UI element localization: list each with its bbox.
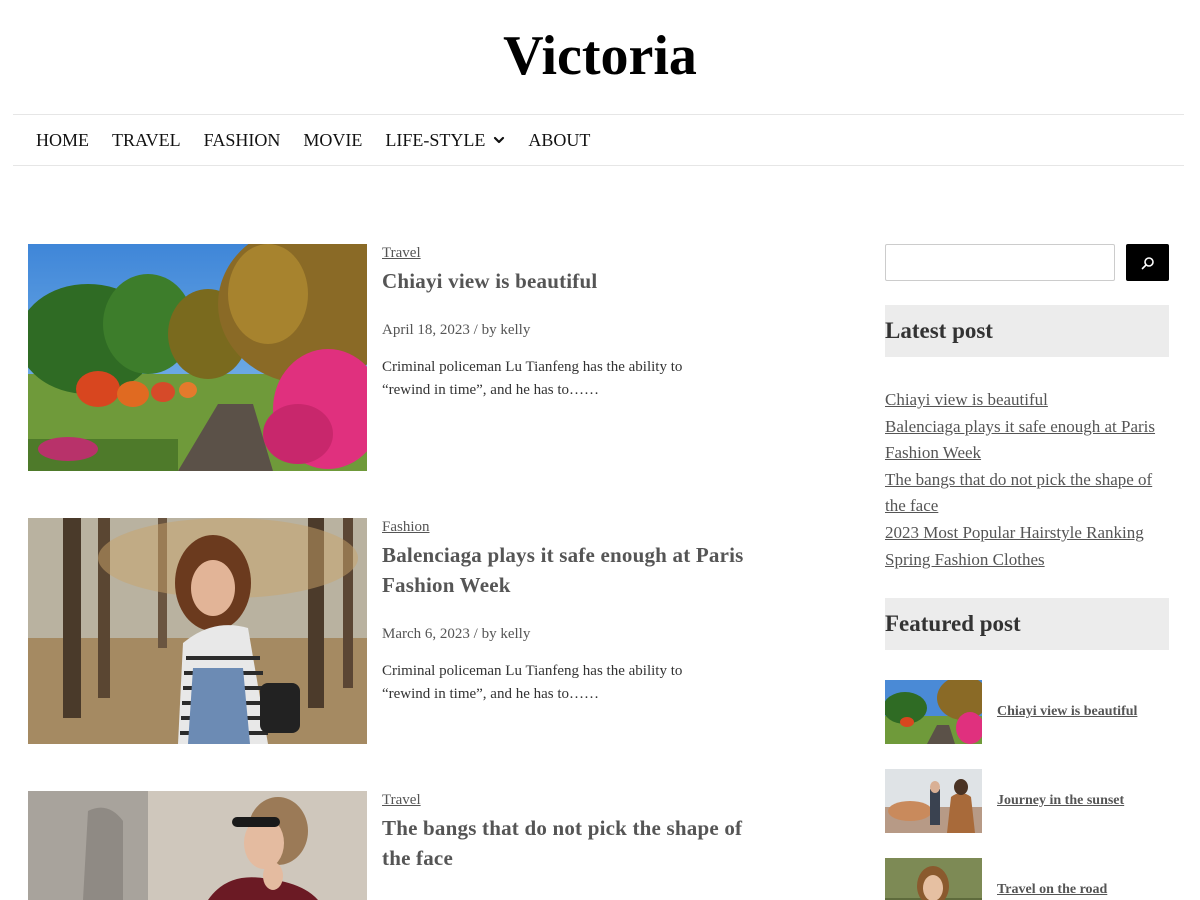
search-input[interactable] (885, 244, 1115, 281)
latest-post-link[interactable]: Balenciaga plays it safe enough at Paris… (885, 417, 1155, 462)
search-form (885, 244, 1169, 281)
post-card: Travel The bangs that do not pick the sh… (28, 791, 748, 900)
post-date: March 6, 2023 (382, 626, 470, 642)
nav-label: FASHION (203, 129, 281, 150)
featured-post-item: Chiayi view is beautiful (885, 680, 1169, 744)
post-author-prefix: / by (473, 626, 497, 642)
post-body: Travel Chiayi view is beautiful April 18… (382, 244, 752, 402)
featured-thumbnail-sunset[interactable] (885, 769, 982, 833)
nav-label: HOME (36, 129, 89, 150)
post-body: Fashion Balenciaga plays it safe enough … (382, 518, 752, 706)
post-thumbnail-garden[interactable] (28, 244, 367, 471)
post-title[interactable]: Balenciaga plays it safe enough at Paris… (382, 540, 752, 600)
post-date: April 18, 2023 (382, 322, 470, 338)
nav-label: ABOUT (528, 129, 591, 150)
nav-item-fashion[interactable]: FASHION (204, 130, 281, 151)
search-icon (1141, 256, 1154, 269)
post-thumbnail-woman-park[interactable] (28, 518, 367, 745)
post-body: Travel The bangs that do not pick the sh… (382, 791, 752, 873)
post-category[interactable]: Fashion (382, 519, 430, 536)
featured-post-item: Travel on the road (885, 858, 1169, 900)
featured-post-item: Journey in the sunset (885, 769, 1169, 833)
list-item: Balenciaga plays it safe enough at Paris… (885, 414, 1169, 466)
post-author[interactable]: kelly (500, 626, 530, 642)
post-author-prefix: / by (473, 322, 497, 338)
latest-post-link[interactable]: The bangs that do not pick the shape of … (885, 470, 1152, 515)
site-title[interactable]: Victoria (0, 25, 1200, 88)
post-category[interactable]: Travel (382, 245, 421, 262)
nav-label: TRAVEL (112, 129, 181, 150)
latest-post-list: Chiayi view is beautiful Balenciaga play… (885, 387, 1169, 573)
latest-post-link[interactable]: 2023 Most Popular Hairstyle Ranking (885, 523, 1144, 542)
nav-item-home[interactable]: HOME (36, 130, 89, 151)
chevron-down-icon[interactable] (493, 134, 505, 146)
featured-post-heading: Featured post (885, 598, 1169, 650)
main-nav: HOME TRAVEL FASHION MOVIE LIFE-STYLE ABO… (13, 114, 1184, 166)
sidebar: Latest post Chiayi view is beautiful Bal… (885, 244, 1169, 900)
nav-label: LIFE-STYLE (385, 129, 486, 150)
featured-thumbnail-garden[interactable] (885, 680, 982, 744)
list-item: Spring Fashion Clothes (885, 547, 1169, 573)
nav-item-travel[interactable]: TRAVEL (112, 130, 181, 151)
featured-post-link[interactable]: Chiayi view is beautiful (997, 704, 1137, 720)
search-button[interactable] (1126, 244, 1169, 281)
nav-label: MOVIE (303, 129, 363, 150)
list-item: Chiayi view is beautiful (885, 387, 1169, 413)
nav-item-life-style[interactable]: LIFE-STYLE (385, 130, 505, 151)
featured-thumbnail-road[interactable] (885, 858, 982, 900)
post-thumbnail-woman-sunglasses[interactable] (28, 791, 367, 900)
post-excerpt: Criminal policeman Lu Tianfeng has the a… (382, 663, 683, 702)
latest-post-link[interactable]: Chiayi view is beautiful (885, 390, 1048, 409)
post-card: Fashion Balenciaga plays it safe enough … (28, 518, 748, 744)
post-title[interactable]: Chiayi view is beautiful (382, 266, 752, 296)
post-card: Travel Chiayi view is beautiful April 18… (28, 244, 748, 471)
post-title[interactable]: The bangs that do not pick the shape of … (382, 813, 752, 873)
post-category[interactable]: Travel (382, 792, 421, 809)
nav-item-about[interactable]: ABOUT (528, 130, 590, 151)
list-item: 2023 Most Popular Hairstyle Ranking (885, 520, 1169, 546)
latest-post-link[interactable]: Spring Fashion Clothes (885, 550, 1045, 569)
featured-post-link[interactable]: Travel on the road (997, 882, 1107, 898)
nav-item-movie[interactable]: MOVIE (303, 130, 362, 151)
featured-post-link[interactable]: Journey in the sunset (997, 793, 1124, 809)
post-meta: April 18, 2023 / by kelly (382, 322, 752, 339)
post-author[interactable]: kelly (500, 322, 530, 338)
post-meta: March 6, 2023 / by kelly (382, 626, 752, 643)
latest-post-heading: Latest post (885, 305, 1169, 357)
post-excerpt: Criminal policeman Lu Tianfeng has the a… (382, 359, 683, 398)
list-item: The bangs that do not pick the shape of … (885, 467, 1169, 519)
